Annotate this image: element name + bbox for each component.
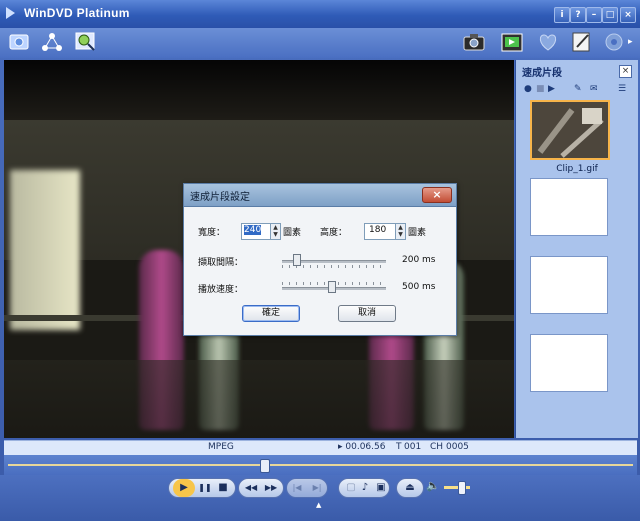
status-bar: MPEG ▸ 00.06.56 T 001 CH 0005: [4, 440, 637, 455]
next-chapter-button[interactable]: ▶|: [307, 479, 327, 497]
time-display: ▸ 00.06.56: [338, 442, 386, 452]
eject-button[interactable]: ⏏: [400, 479, 420, 497]
capture-interval-value: 200 ms: [402, 255, 436, 265]
video-scene-floor: [4, 360, 514, 438]
title-bar[interactable]: WinDVD Platinum i ? – □ ×: [0, 0, 640, 29]
previous-chapter-button[interactable]: |◀: [287, 479, 307, 497]
capture-interval-thumb[interactable]: [292, 254, 301, 266]
rewind-button[interactable]: ◀◀: [241, 479, 261, 497]
height-value[interactable]: 180: [369, 225, 386, 235]
seek-thumb[interactable]: [260, 459, 271, 473]
media-format: MPEG: [208, 442, 234, 452]
height-unit: 圖素: [408, 228, 427, 238]
minimize-button[interactable]: –: [586, 7, 602, 23]
ok-button[interactable]: 確定: [242, 305, 300, 322]
width-label: 寬度：: [198, 228, 226, 238]
width-field[interactable]: 240 ▲ ▼: [241, 223, 281, 240]
chapter-group: |◀ ▶|: [286, 478, 328, 498]
cancel-button[interactable]: 取消: [338, 305, 396, 322]
height-spin-arrows[interactable]: ▲ ▼: [395, 224, 405, 239]
playback-speed-value: 500 ms: [402, 282, 436, 292]
quick-clip-panel: 速成片段 × ● ■ ▶ ✎ ✉ ☰ Clip_1.gif: [515, 60, 638, 438]
chapter-number: 0005: [446, 442, 469, 452]
dialog-close-button[interactable]: ×: [422, 187, 452, 203]
network-icon[interactable]: [40, 31, 64, 53]
notes-pencil-icon[interactable]: [570, 31, 594, 53]
zoom-search-icon[interactable]: [74, 31, 98, 53]
clip-thumbnail-selected[interactable]: [530, 100, 610, 160]
play-group: ▶ ❚❚ ■: [168, 478, 236, 498]
volume-thumb[interactable]: [458, 481, 466, 495]
main-toolbar: ▸: [0, 28, 640, 58]
height-label: 高度：: [320, 228, 348, 238]
video-scene-light: [10, 170, 80, 330]
repeat-button[interactable]: ▣: [371, 479, 391, 497]
pause-button[interactable]: ❚❚: [195, 479, 215, 497]
open-disc-icon[interactable]: [8, 31, 32, 53]
quick-clip-icon[interactable]: [500, 31, 524, 53]
email-icon[interactable]: ✉: [590, 84, 598, 94]
windvd-logo-icon: [6, 7, 15, 19]
quick-clip-settings-dialog: 速成片段設定 × 寬度： 240 ▲ ▼ 圖素 高度： 180 ▲ ▼ 圖素 擷取間…: [183, 183, 457, 336]
snapshot-camera-icon[interactable]: [462, 31, 486, 53]
stop-icon[interactable]: ■: [536, 84, 545, 94]
record-icon[interactable]: ●: [524, 84, 532, 94]
audio-group: ▢ ♪ ▣: [338, 478, 390, 498]
width-value[interactable]: 240: [244, 225, 262, 235]
playback-speed-thumb[interactable]: [327, 281, 336, 293]
clip-list-icon[interactable]: ☰: [618, 84, 626, 94]
maximize-button[interactable]: □: [602, 7, 618, 23]
seek-bar[interactable]: [4, 455, 637, 475]
title-number: 001: [404, 442, 422, 452]
dialog-body: 寬度： 240 ▲ ▼ 圖素 高度： 180 ▲ ▼ 圖素 擷取間隔： 200 ms…: [184, 207, 456, 335]
play-button[interactable]: ▶: [173, 479, 195, 497]
width-spin-arrows[interactable]: ▲ ▼: [270, 224, 280, 239]
capture-interval-label: 擷取間隔：: [198, 258, 244, 268]
dialog-title-bar[interactable]: 速成片段設定 ×: [184, 184, 456, 207]
window-title: WinDVD Platinum: [24, 6, 130, 20]
playback-speed-label: 播放速度：: [198, 285, 244, 295]
volume-icon[interactable]: 🔈: [426, 479, 440, 492]
playback-controls: ▶ ❚❚ ■ ◀◀ ▶▶ |◀ ▶| ▢ ♪ ▣ ⏏ 🔈 ▲: [0, 475, 640, 521]
help-button[interactable]: ?: [570, 7, 586, 23]
clip-thumbnail-empty[interactable]: [530, 178, 608, 236]
panel-title: 速成片段: [522, 68, 562, 79]
close-button[interactable]: ×: [620, 7, 636, 23]
clip-settings-icon[interactable]: ✎: [574, 84, 582, 94]
windvd-window: WinDVD Platinum i ? – □ × ▸ 速成片段 × ● ■ ▶…: [0, 0, 640, 521]
seek-track[interactable]: [8, 464, 633, 466]
width-unit: 圖素: [283, 228, 302, 238]
expand-arrow-icon[interactable]: ▲: [316, 501, 321, 509]
fast-forward-button[interactable]: ▶▶: [261, 479, 281, 497]
volume-slider[interactable]: [444, 486, 470, 489]
info-button[interactable]: i: [554, 7, 570, 23]
video-scene-top: [4, 60, 514, 120]
panel-close-button[interactable]: ×: [619, 65, 632, 78]
clip-filename: Clip_1.gif: [556, 164, 598, 174]
seek-group: ◀◀ ▶▶: [238, 478, 284, 498]
panel-toolbar: ● ■ ▶ ✎ ✉ ☰: [524, 84, 632, 96]
play-icon[interactable]: ▶: [548, 84, 555, 94]
toolbar-more-icon[interactable]: ▸: [628, 37, 633, 47]
eject-group: ⏏: [396, 478, 424, 498]
clip-thumbnail-empty[interactable]: [530, 256, 608, 314]
chapter-prefix: CH: [430, 442, 444, 452]
dialog-title: 速成片段設定: [190, 192, 250, 203]
stop-button[interactable]: ■: [213, 479, 233, 497]
height-field[interactable]: 180 ▲ ▼: [364, 223, 406, 240]
favorite-heart-icon[interactable]: [536, 31, 560, 53]
title-prefix: T: [396, 442, 402, 452]
clip-thumbnail-empty[interactable]: [530, 334, 608, 392]
settings-gear-icon[interactable]: [602, 31, 626, 53]
